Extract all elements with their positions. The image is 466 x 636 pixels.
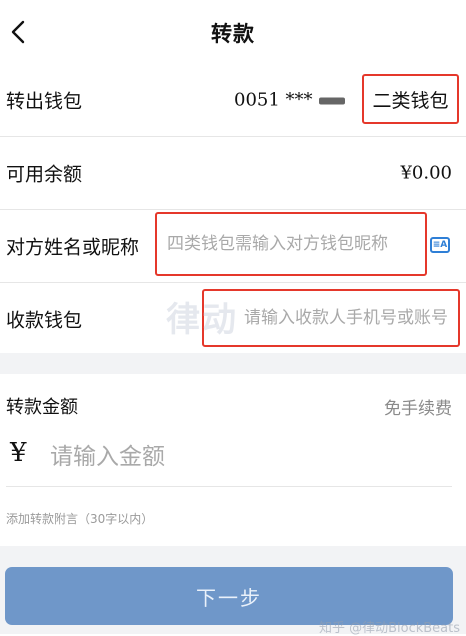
remark-link[interactable]: 添加转款附言（30字以内） <box>6 510 153 527</box>
wallet-number: 0051 *** <box>234 90 345 111</box>
payee-wallet-input[interactable] <box>202 289 460 347</box>
payee-name-input[interactable] <box>155 212 427 276</box>
currency-symbol: ¥ <box>10 438 27 468</box>
section-divider <box>0 353 466 374</box>
balance-label: 可用余额 <box>6 163 83 186</box>
payee-wallet-label: 收款钱包 <box>6 309 83 332</box>
balance-row: 可用余额 ¥0.00 <box>0 137 466 210</box>
contact-card-icon[interactable]: ≡A <box>430 237 450 253</box>
from-wallet-label: 转出钱包 <box>6 90 83 113</box>
amount-label: 转款金额 <box>6 397 78 418</box>
amount-input[interactable] <box>48 436 432 478</box>
from-wallet-row[interactable]: 转出钱包 0051 *** 二类钱包 <box>0 64 466 137</box>
wallet-type-badge[interactable]: 二类钱包 <box>362 74 459 124</box>
payee-name-row: 对方姓名或昵称 ≡A <box>0 210 466 283</box>
amount-divider <box>6 486 452 487</box>
nav-bar: 转款 <box>0 0 466 64</box>
payee-wallet-row: 收款钱包 <box>0 283 466 355</box>
payee-name-label: 对方姓名或昵称 <box>6 236 140 259</box>
masked-digits <box>318 97 345 104</box>
wallet-number-text: 0051 *** <box>234 89 313 111</box>
page-title: 转款 <box>211 22 255 46</box>
next-step-button[interactable]: 下一步 <box>5 567 453 625</box>
balance-value: ¥0.00 <box>400 162 452 184</box>
fee-label: 免手续费 <box>384 399 452 419</box>
amount-card: 转款金额 免手续费 ¥ 添加转款附言（30字以内） <box>0 374 466 546</box>
